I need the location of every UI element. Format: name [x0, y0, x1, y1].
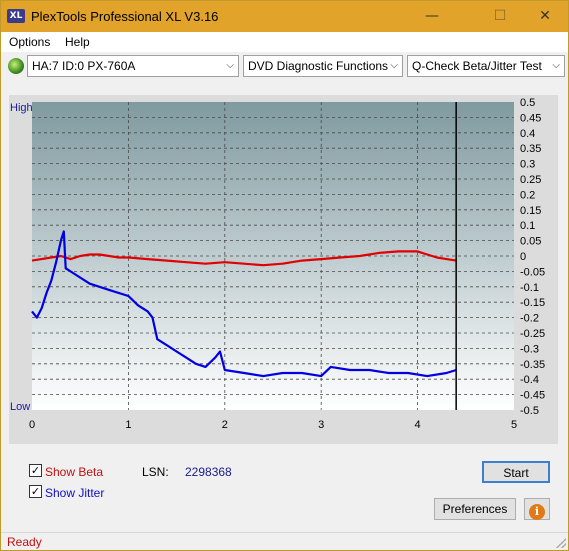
- chevron-down-icon: ⌵: [390, 60, 398, 71]
- show-beta-checkbox[interactable]: ✓: [29, 464, 42, 477]
- y-tick-label: 0.2: [520, 189, 535, 201]
- menu-help[interactable]: Help: [65, 35, 90, 49]
- y-tick-label: 0.45: [520, 112, 541, 124]
- app-window: XL PlexTools Professional XL V3.16 — ☐ ✕…: [0, 0, 569, 551]
- menu-options[interactable]: Options: [9, 35, 50, 49]
- start-button[interactable]: Start: [482, 461, 550, 483]
- drive-select-value: HA:7 ID:0 PX-760A: [32, 59, 136, 73]
- y-tick-label: 0.05: [520, 236, 541, 248]
- x-tick-label: 2: [222, 419, 228, 431]
- lsn-label: LSN:: [142, 465, 169, 479]
- maximize-button[interactable]: ☐: [477, 1, 523, 32]
- y-tick-label: 0.3: [520, 159, 535, 171]
- y-tick-label: 0.35: [520, 143, 541, 155]
- x-tick-label: 0: [29, 419, 35, 431]
- y-tick-label: -0.5: [520, 405, 539, 417]
- x-tick-label: 1: [125, 419, 131, 431]
- info-button[interactable]: i: [524, 498, 550, 520]
- chart-panel: 0 1 2 3 4 5 0.5 0.45 0.4 0.35 0.3 0.25 0.2 0.15 0.1 0.…: [9, 95, 558, 444]
- y-tick-label: -0.25: [520, 328, 545, 340]
- y-tick-label: -0.3: [520, 343, 539, 355]
- disc-drive-icon: [8, 58, 24, 74]
- y-tick-label: 0.15: [520, 205, 541, 217]
- x-tick-label: 5: [511, 419, 517, 431]
- high-label: High: [10, 102, 33, 114]
- y-tick-label: -0.4: [520, 374, 539, 386]
- low-label: Low: [10, 401, 31, 413]
- drive-select[interactable]: HA:7 ID:0 PX-760A ⌵: [27, 55, 239, 77]
- window-title: PlexTools Professional XL V3.16: [31, 9, 219, 24]
- y-tick-label: -0.2: [520, 313, 539, 325]
- chevron-down-icon: ⌵: [552, 60, 560, 71]
- title-bar[interactable]: XL PlexTools Professional XL V3.16 — ☐ ✕: [1, 1, 568, 32]
- toolbar: HA:7 ID:0 PX-760A ⌵ DVD Diagnostic Funct…: [1, 52, 568, 80]
- y-tick-label: -0.05: [520, 266, 545, 278]
- y-tick-label: -0.35: [520, 359, 545, 371]
- y-tick-label: 0.4: [520, 128, 535, 140]
- minimize-button[interactable]: —: [409, 1, 455, 32]
- menu-bar: Options Help: [1, 32, 568, 52]
- x-tick-label: 4: [415, 419, 421, 431]
- beta-jitter-chart: 0 1 2 3 4 5 0.5 0.45 0.4 0.35 0.3 0.25 0.2 0.15 0.1 0.…: [29, 97, 545, 431]
- close-button[interactable]: ✕: [522, 1, 568, 32]
- y-tick-label: -0.15: [520, 297, 545, 309]
- info-icon: i: [529, 504, 545, 520]
- plextools-logo-icon: XL: [7, 9, 25, 23]
- y-tick-label: 0.1: [520, 220, 535, 232]
- control-panel: ✓ Show Beta ✓ Show Jitter LSN: 2298368 S…: [9, 455, 558, 527]
- function-select[interactable]: DVD Diagnostic Functions ⌵: [243, 55, 403, 77]
- show-jitter-checkbox[interactable]: ✓: [29, 485, 42, 498]
- lsn-value: 2298368: [185, 465, 232, 479]
- function-select-value: DVD Diagnostic Functions: [248, 59, 389, 73]
- test-select[interactable]: Q-Check Beta/Jitter Test ⌵: [407, 55, 565, 77]
- y-tick-label: 0: [520, 251, 526, 263]
- test-select-value: Q-Check Beta/Jitter Test: [412, 59, 542, 73]
- preferences-button[interactable]: Preferences: [434, 498, 516, 520]
- y-tick-label: -0.1: [520, 282, 539, 294]
- status-bar: Ready: [1, 532, 568, 550]
- y-tick-label: 0.5: [520, 97, 535, 109]
- show-beta-label[interactable]: Show Beta: [45, 465, 103, 479]
- chevron-down-icon: ⌵: [226, 60, 234, 71]
- resize-grip-icon[interactable]: [556, 538, 566, 548]
- status-text: Ready: [7, 535, 42, 549]
- show-jitter-label[interactable]: Show Jitter: [45, 486, 104, 500]
- x-tick-label: 3: [318, 419, 324, 431]
- y-tick-label: -0.45: [520, 390, 545, 402]
- y-tick-label: 0.25: [520, 174, 541, 186]
